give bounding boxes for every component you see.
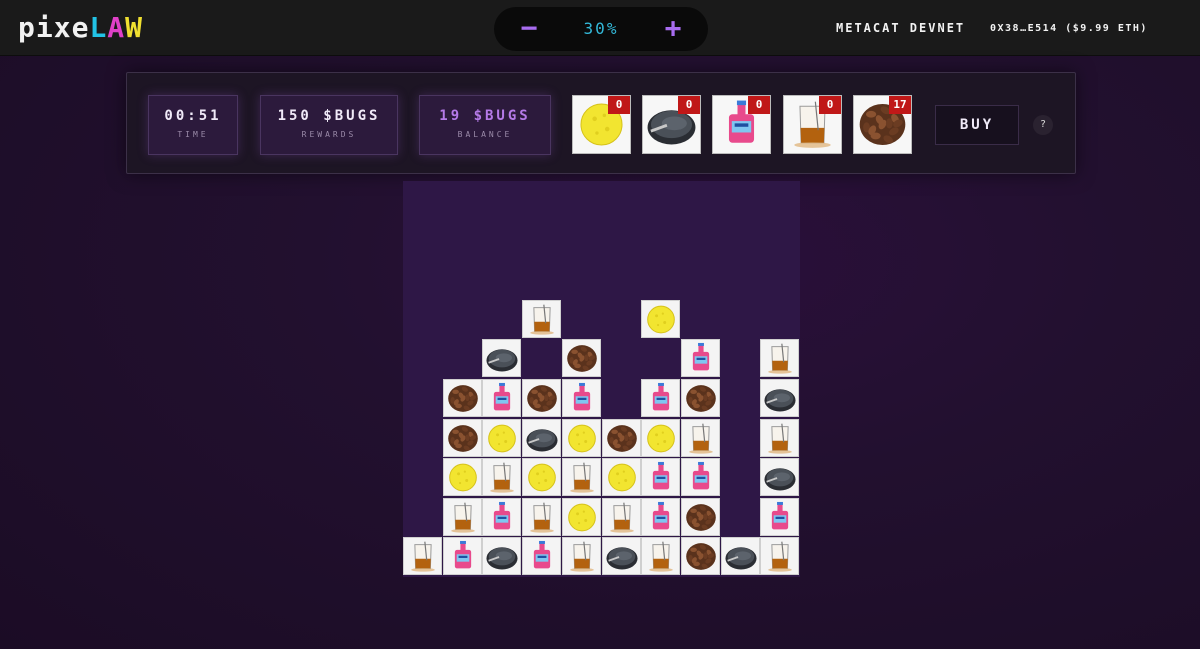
board-tile-beaker[interactable] [442, 497, 482, 536]
time-value: 00:51 [164, 108, 222, 124]
board-tile-soil[interactable] [442, 379, 482, 417]
board-tile-bottle[interactable] [641, 379, 681, 417]
board-tile-soil[interactable] [522, 379, 562, 417]
board-tile-sponge[interactable] [561, 497, 601, 536]
item-pan[interactable]: 0 [642, 95, 701, 154]
board-tile-bottle[interactable] [561, 379, 601, 417]
board-tile-beaker[interactable] [760, 418, 800, 457]
board-tile-sponge[interactable] [641, 418, 681, 457]
game-hud: 00:51 TIME 150 $BUGS REWARDS 19 $BUGS BA… [126, 72, 1076, 174]
item-beaker[interactable]: 0 [783, 95, 842, 154]
board-tile-beaker[interactable] [680, 418, 720, 457]
logo-letter-w: W [125, 11, 144, 44]
item-count: 0 [748, 96, 770, 114]
item-cleaner-bottle[interactable]: 0 [712, 95, 771, 154]
logo-letter-l: L [89, 11, 108, 44]
top-bar: pixeLAW − 30% + METACAT DEVNET 0X38…E514… [0, 0, 1200, 56]
game-board[interactable] [403, 181, 800, 577]
board-tile-pan[interactable] [482, 339, 522, 378]
board-tile-beaker[interactable] [760, 339, 800, 378]
board-tile-soil[interactable] [680, 379, 720, 417]
board-tile-beaker[interactable] [522, 497, 562, 536]
board-tile-sponge[interactable] [522, 458, 562, 497]
zoom-in-button[interactable]: + [658, 13, 688, 43]
item-count: 0 [608, 96, 630, 114]
balance-stat: 19 $BUGS BALANCE [419, 95, 551, 155]
board-tile-pan[interactable] [522, 418, 562, 457]
time-label: TIME [177, 130, 209, 139]
board-tile-beaker[interactable] [561, 537, 601, 576]
board-tile-bottle[interactable] [442, 537, 482, 576]
item-count: 0 [819, 96, 841, 114]
pixelaw-logo[interactable]: pixeLAW [18, 12, 143, 44]
help-button[interactable]: ? [1033, 115, 1053, 135]
item-soil[interactable]: 17 [853, 95, 912, 154]
board-tile-soil[interactable] [442, 418, 482, 457]
board-tile-sponge[interactable] [561, 418, 601, 457]
board-tile-bottle[interactable] [482, 379, 522, 417]
balance-value: 19 $BUGS [439, 108, 531, 124]
zoom-control: − 30% + [494, 7, 708, 51]
zoom-out-button[interactable]: − [514, 13, 544, 43]
board-tile-beaker[interactable] [601, 497, 641, 536]
board-tile-bottle[interactable] [522, 537, 562, 576]
board-tile-soil[interactable] [680, 537, 720, 576]
board-tile-soil[interactable] [680, 497, 720, 536]
rewards-stat: 150 $BUGS REWARDS [260, 95, 398, 155]
item-count: 17 [889, 96, 911, 114]
board-tile-soil[interactable] [601, 418, 641, 457]
board-tile-sponge[interactable] [641, 299, 681, 338]
board-tile-beaker[interactable] [522, 299, 562, 338]
board-tile-sponge[interactable] [482, 418, 522, 457]
board-tile-sponge[interactable] [442, 458, 482, 497]
item-count: 0 [678, 96, 700, 114]
item-sponge[interactable]: 0 [572, 95, 631, 154]
board-tile-bottle[interactable] [760, 497, 800, 536]
buy-button[interactable]: BUY [935, 105, 1019, 145]
board-tile-pan[interactable] [601, 537, 641, 576]
wallet-address[interactable]: 0X38…E514 ($9.99 ETH) [990, 23, 1148, 34]
board-tile-beaker[interactable] [403, 537, 442, 576]
rewards-value: 150 $BUGS [277, 108, 381, 124]
board-tile-pan[interactable] [482, 537, 522, 576]
logo-letter-a: A [107, 11, 126, 44]
time-stat: 00:51 TIME [148, 95, 238, 155]
board-tile-pan[interactable] [720, 537, 760, 576]
board-tile-soil[interactable] [561, 339, 601, 378]
zoom-level: 30% [583, 19, 619, 38]
board-tile-beaker[interactable] [760, 537, 800, 576]
logo-text-pixe: pixe [18, 11, 90, 44]
balance-label: BALANCE [457, 130, 513, 139]
board-tile-beaker[interactable] [641, 537, 681, 576]
board-tile-bottle[interactable] [641, 497, 681, 536]
board-tile-beaker[interactable] [561, 458, 601, 497]
board-tile-beaker[interactable] [482, 458, 522, 497]
board-tile-bottle[interactable] [482, 497, 522, 536]
board-tile-bottle[interactable] [680, 339, 720, 378]
network-label[interactable]: METACAT DEVNET [836, 21, 965, 35]
board-tile-bottle[interactable] [641, 458, 681, 497]
board-tile-bottle[interactable] [680, 458, 720, 497]
board-tile-sponge[interactable] [601, 458, 641, 497]
rewards-label: REWARDS [301, 130, 357, 139]
board-tile-pan[interactable] [760, 458, 800, 497]
board-tile-pan[interactable] [760, 379, 800, 417]
